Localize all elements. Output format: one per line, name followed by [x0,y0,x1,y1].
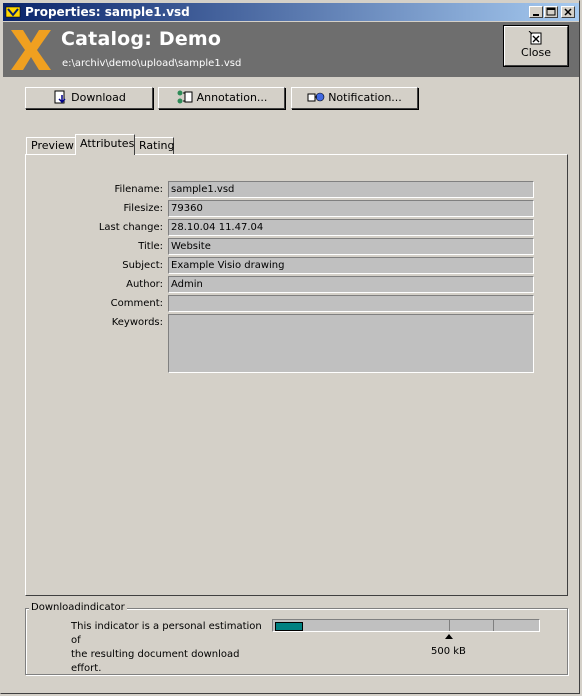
subject-label: Subject: [122,260,163,271]
window-title: Properties: sample1.vsd [25,5,190,19]
subject-field[interactable]: Example Visio drawing [168,257,534,274]
comment-label: Comment: [110,298,163,309]
last-change-field[interactable]: 28.10.04 11.47.04 [168,219,534,236]
tab-preview[interactable]: Preview [26,137,76,155]
x-logo-icon [11,30,51,70]
last-change-label: Last change: [98,222,163,233]
description-line-2: the resulting document download effort. [71,649,240,674]
filesize-field[interactable]: 79360 [168,200,534,217]
annotation-icon [177,90,193,104]
tab-rating-label: Rating [139,139,175,152]
tab-preview-label: Preview [31,139,74,152]
minimize-button[interactable] [529,6,543,18]
annotation-button[interactable]: Annotation... [158,87,285,109]
download-button[interactable]: Download [25,87,153,109]
size-marker-label: 500 kB [431,646,466,657]
close-button[interactable]: Close [504,26,568,66]
title-bar[interactable]: Properties: sample1.vsd [3,3,579,21]
bar-tick [493,620,494,631]
filename-label: Filename: [114,184,163,195]
maximize-icon [546,7,556,16]
title-label: Title: [138,241,163,252]
title-field[interactable]: Website [168,238,534,255]
download-icon [54,90,66,104]
tab-attributes[interactable]: Attributes [75,134,135,155]
download-indicator-fill [275,622,303,631]
maximize-button[interactable] [544,6,558,18]
notification-icon [307,92,325,102]
close-icon [564,8,572,16]
author-field[interactable]: Admin [168,276,534,293]
close-door-icon [528,31,542,45]
description-line-1: This indicator is a personal estimation … [71,621,262,646]
download-indicator-description: This indicator is a personal estimation … [71,620,271,676]
catalog-header: Catalog: Demo e:\archiv\demo\upload\samp… [3,22,579,77]
comment-field[interactable] [168,295,534,312]
download-indicator-bar [272,619,540,632]
window-close-button[interactable] [561,6,575,18]
notification-label: Notification... [328,91,402,104]
size-marker-icon [445,634,453,639]
filesize-label: Filesize: [123,203,164,214]
download-label: Download [71,91,126,104]
annotation-label: Annotation... [196,91,268,104]
file-path: e:\archiv\demo\upload\sample1.vsd [62,58,242,69]
tab-rating[interactable]: Rating [134,137,174,155]
keywords-field[interactable] [168,314,534,373]
author-label: Author: [126,279,163,290]
bar-tick [449,620,450,631]
keywords-label: Keywords: [111,317,163,328]
app-icon [5,6,21,18]
properties-window: Properties: sample1.vsd Catalog: Demo e:… [0,0,580,694]
filename-field[interactable]: sample1.vsd [168,181,534,198]
minimize-icon [533,14,539,16]
download-indicator-legend: Downloadindicator [29,602,127,613]
catalog-title: Catalog: Demo [61,28,222,50]
tab-attributes-label: Attributes [80,137,135,150]
close-button-label: Close [521,46,551,59]
notification-button[interactable]: Notification... [291,87,418,109]
